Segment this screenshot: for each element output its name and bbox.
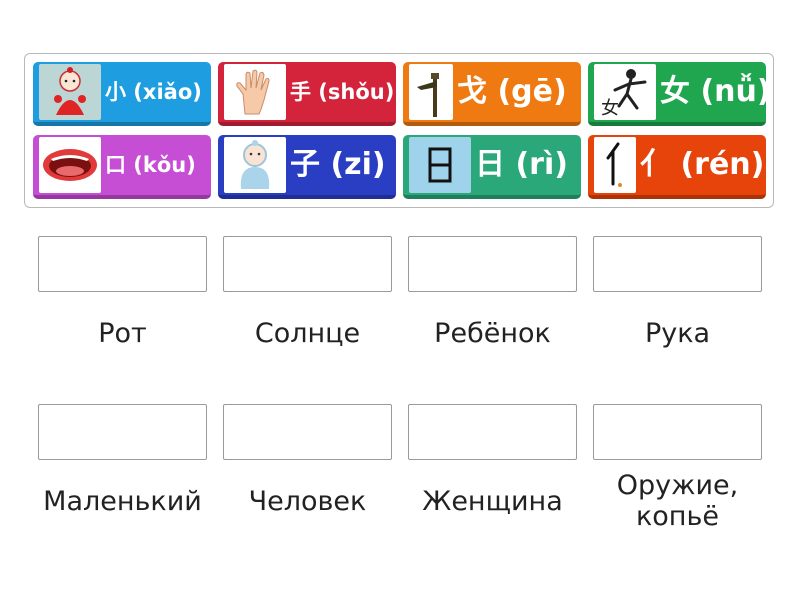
drop-slot[interactable] — [408, 404, 577, 460]
tile-shou[interactable]: 手 (shǒu) — [218, 62, 396, 126]
mouth-icon — [39, 137, 101, 193]
child-icon — [224, 137, 286, 193]
target-caption: Солнце — [254, 318, 361, 349]
tile-label: 手 (shǒu) — [290, 79, 395, 104]
drop-slot[interactable] — [38, 236, 207, 292]
target-caption: Оружие, копьё — [616, 470, 739, 532]
tile-label: 口 (kǒu) — [105, 152, 196, 177]
tile-label: 女 (nǚ) — [660, 74, 766, 109]
tile-label: 子 (zi) — [290, 147, 386, 182]
drop-slot[interactable] — [223, 236, 392, 292]
halberd-icon — [409, 64, 453, 120]
drop-slot[interactable] — [38, 404, 207, 460]
target-caption: Рука — [644, 318, 711, 349]
tile-zi[interactable]: 子 (zi) — [218, 135, 396, 199]
drop-slot[interactable] — [223, 404, 392, 460]
person-radical-icon — [594, 137, 636, 193]
tile-xiao[interactable]: 小 (xiǎo) — [33, 62, 211, 126]
tile-ge[interactable]: 戈 (gē) — [403, 62, 581, 126]
tile-label: 亻 (rén) — [640, 147, 765, 182]
tile-label: 日 (rì) — [475, 147, 568, 182]
tile-ren[interactable]: 亻 (rén) — [588, 135, 766, 199]
target-caption: Маленький — [43, 486, 202, 517]
tile-nu[interactable]: 女 女 (nǚ) — [588, 62, 766, 126]
drop-slot[interactable] — [593, 236, 762, 292]
baby-doll-icon — [39, 64, 101, 120]
woman-character-icon: 女 — [594, 64, 656, 120]
tile-kou[interactable]: 口 (kǒu) — [33, 135, 211, 199]
target-caption: Ребёнок — [434, 318, 551, 349]
svg-text:女: 女 — [601, 98, 619, 118]
drop-slot[interactable] — [408, 236, 577, 292]
tile-label: 小 (xiǎo) — [105, 79, 202, 104]
tile-label: 戈 (gē) — [457, 74, 567, 109]
target-caption: Человек — [248, 486, 367, 517]
target-caption: Рот — [98, 318, 147, 349]
tile-ri[interactable]: 日 (rì) — [403, 135, 581, 199]
sun-character-icon — [409, 137, 471, 193]
drop-slot[interactable] — [593, 404, 762, 460]
target-caption: Женщина — [422, 486, 563, 517]
hand-icon — [224, 64, 286, 120]
